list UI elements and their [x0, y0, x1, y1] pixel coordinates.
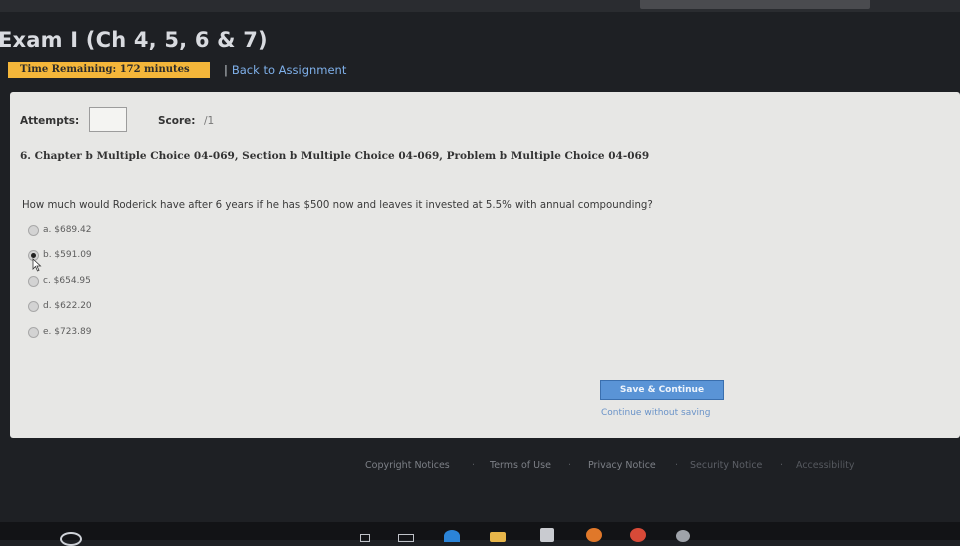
score-label: Score:: [158, 115, 196, 127]
continue-without-saving-link[interactable]: Continue without saving: [601, 408, 710, 418]
footer-separator: ·: [472, 460, 476, 471]
terms-of-use-link[interactable]: Terms of Use: [490, 460, 551, 471]
radio-button[interactable]: [28, 275, 39, 287]
accessibility-link[interactable]: Accessibility: [796, 460, 854, 471]
back-to-assignment-link[interactable]: Back to Assignment: [232, 63, 346, 77]
privacy-notice-link[interactable]: Privacy Notice: [588, 460, 656, 471]
attempts-field: [89, 107, 127, 132]
back-to-assignment[interactable]: | Back to Assignment: [224, 62, 346, 78]
score-value: /1: [204, 115, 215, 127]
browser-tab[interactable]: [640, 0, 870, 9]
task-view-icon[interactable]: [360, 534, 370, 542]
answer-option-label: e. $723.89: [43, 327, 92, 337]
file-explorer-icon[interactable]: [398, 534, 414, 542]
app-icon[interactable]: [676, 530, 690, 542]
folder-icon[interactable]: [490, 532, 506, 542]
back-link-separator: |: [224, 63, 228, 77]
radio-button[interactable]: [28, 326, 39, 338]
footer-separator: ·: [780, 460, 784, 471]
time-remaining-badge: Time Remaining: 172 minutes: [8, 62, 210, 78]
browser-top-strip: [0, 0, 960, 12]
taskbar: [0, 522, 960, 546]
answer-option-c[interactable]: c. $654.95: [28, 274, 91, 288]
exam-title: Exam I (Ch 4, 5, 6 & 7): [0, 28, 268, 52]
radio-button[interactable]: [28, 224, 39, 236]
mouse-cursor-icon: [32, 258, 42, 272]
radio-button[interactable]: [28, 300, 39, 312]
copyright-notices-link[interactable]: Copyright Notices: [365, 460, 450, 471]
answer-option-label: a. $689.42: [43, 225, 92, 235]
footer-separator: ·: [568, 460, 572, 471]
security-notice-link[interactable]: Security Notice: [690, 460, 762, 471]
answer-option-e[interactable]: e. $723.89: [28, 325, 91, 339]
attempts-label: Attempts:: [20, 115, 80, 127]
answer-option-a[interactable]: a. $689.42: [28, 223, 91, 237]
footer: Copyright Notices · Terms of Use · Priva…: [0, 460, 960, 474]
search-icon[interactable]: [60, 532, 82, 546]
question-text: How much would Roderick have after 6 yea…: [22, 200, 653, 211]
answer-option-label: c. $654.95: [43, 276, 91, 286]
answer-option-label: b. $591.09: [43, 250, 92, 260]
edge-icon[interactable]: [444, 530, 460, 542]
question-heading: 6. Chapter b Multiple Choice 04-069, Sec…: [20, 150, 650, 162]
footer-separator: ·: [675, 460, 679, 471]
save-and-continue-button[interactable]: Save & Continue: [600, 380, 724, 400]
question-panel: Attempts: Score: /1 6. Chapter b Multipl…: [10, 92, 960, 438]
answer-option-d[interactable]: d. $622.20: [28, 299, 92, 313]
answer-option-label: d. $622.20: [43, 301, 92, 311]
